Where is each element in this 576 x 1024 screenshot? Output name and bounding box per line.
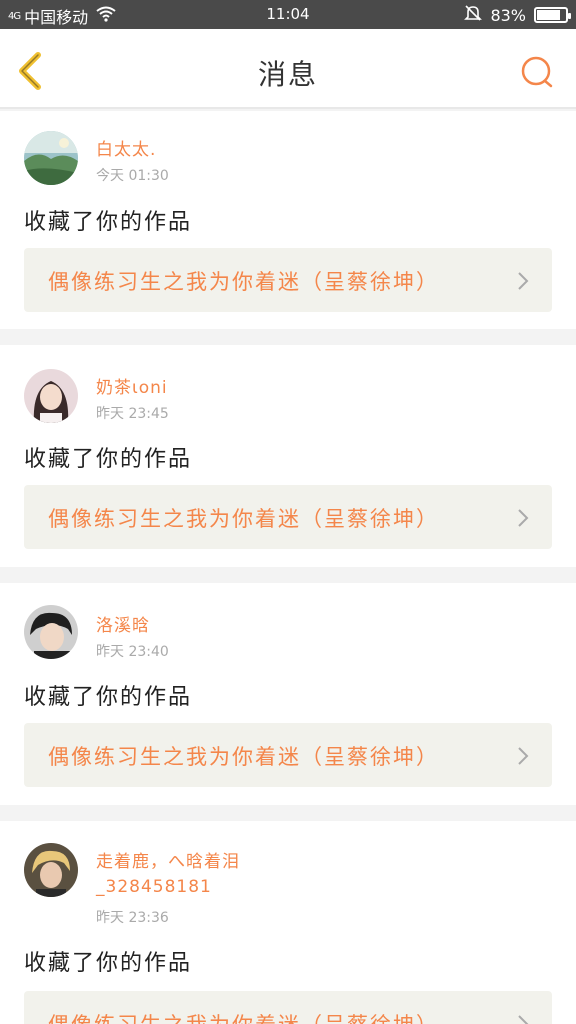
message-card: 奶茶ιοni 昨天 23:45 收藏了你的作品 偶像练习生之我为你着迷（呈蔡徐坤… xyxy=(0,345,576,567)
chevron-right-icon xyxy=(518,747,529,765)
timestamp: 今天 01:30 xyxy=(96,168,169,184)
username[interactable]: 奶茶ιοni xyxy=(96,373,168,398)
message-card: 白太太. 今天 01:30 收藏了你的作品 偶像练习生之我为你着迷（呈蔡徐坤） xyxy=(0,111,576,329)
chevron-right-icon xyxy=(518,1015,529,1024)
search-icon xyxy=(521,56,553,88)
battery-fill xyxy=(537,10,561,20)
username[interactable]: 白太太. xyxy=(96,135,156,160)
work-link[interactable]: 偶像练习生之我为你着迷（呈蔡徐坤） xyxy=(24,723,552,787)
action-text: 收藏了你的作品 xyxy=(24,447,193,472)
work-title: 偶像练习生之我为你着迷（呈蔡徐坤） xyxy=(48,745,439,769)
work-link[interactable]: 偶像练习生之我为你着迷（呈蔡徐坤） xyxy=(24,248,552,312)
action-text: 收藏了你的作品 xyxy=(24,951,193,976)
work-link[interactable]: 偶像练习生之我为你着迷（呈蔡徐坤） xyxy=(24,485,552,549)
username[interactable]: 走着鹿，へ晗着泪 xyxy=(96,847,240,872)
message-card: 洛溪晗 昨天 23:40 收藏了你的作品 偶像练习生之我为你着迷（呈蔡徐坤） xyxy=(0,583,576,805)
work-title: 偶像练习生之我为你着迷（呈蔡徐坤） xyxy=(48,1009,439,1024)
chevron-right-icon xyxy=(518,272,529,290)
timestamp: 昨天 23:36 xyxy=(96,910,169,926)
action-text: 收藏了你的作品 xyxy=(24,210,193,235)
message-list: 白太太. 今天 01:30 收藏了你的作品 偶像练习生之我为你着迷（呈蔡徐坤） … xyxy=(0,111,576,1024)
status-right: 83% xyxy=(464,4,571,26)
action-text: 收藏了你的作品 xyxy=(24,685,193,710)
avatar[interactable] xyxy=(24,605,78,659)
work-title: 偶像练习生之我为你着迷（呈蔡徐坤） xyxy=(48,270,439,294)
avatar[interactable] xyxy=(24,369,78,423)
page-title: 消息 xyxy=(257,58,318,91)
username-continued[interactable]: _328458181 xyxy=(96,877,212,897)
work-link[interactable]: 偶像练习生之我为你着迷（呈蔡徐坤） xyxy=(24,991,552,1024)
battery-icon xyxy=(534,7,571,23)
avatar[interactable] xyxy=(24,843,78,897)
timestamp: 昨天 23:40 xyxy=(96,644,169,660)
username[interactable]: 洛溪晗 xyxy=(96,611,150,636)
nav-header: 消息 xyxy=(0,29,576,109)
battery-percent: 83% xyxy=(490,5,526,25)
bell-off-icon xyxy=(464,4,483,26)
search-button[interactable] xyxy=(520,55,554,89)
chevron-right-icon xyxy=(518,509,529,527)
timestamp: 昨天 23:45 xyxy=(96,406,169,422)
message-card: 走着鹿，へ晗着泪 _328458181 昨天 23:36 收藏了你的作品 偶像练… xyxy=(0,821,576,1024)
work-title: 偶像练习生之我为你着迷（呈蔡徐坤） xyxy=(48,507,439,531)
avatar[interactable] xyxy=(24,131,78,185)
status-bar: 4G 中国移动 11:04 83% xyxy=(0,0,576,29)
